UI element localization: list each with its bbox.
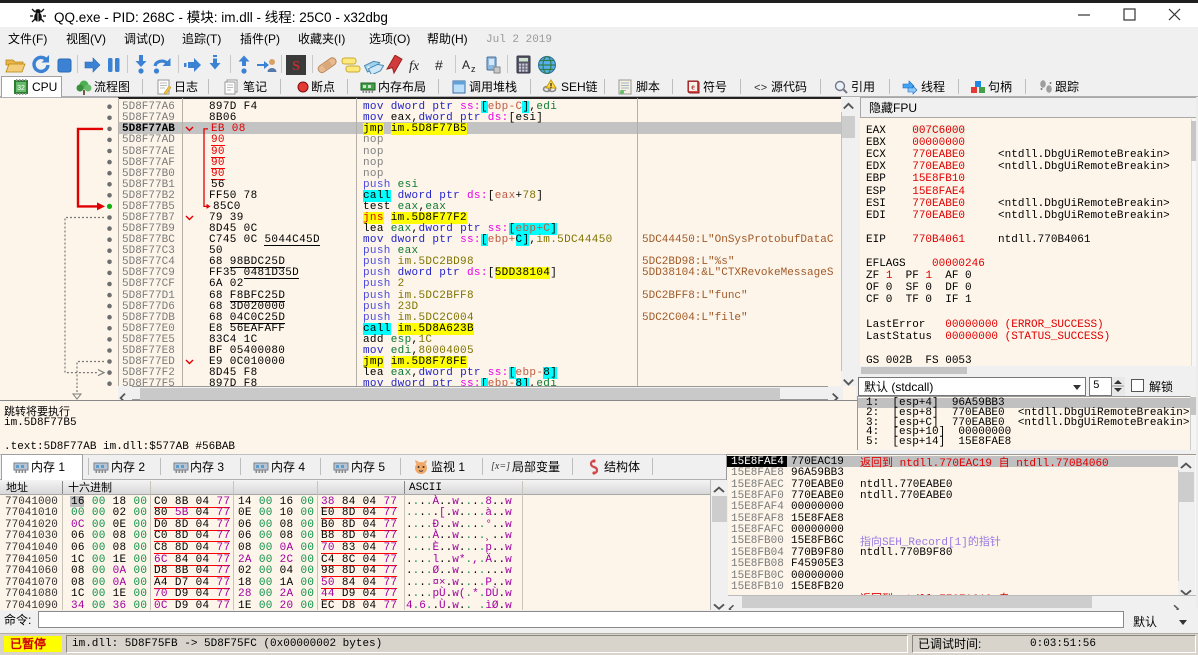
svg-text:<>: <> bbox=[754, 83, 767, 95]
svg-text:A: A bbox=[462, 58, 470, 72]
svg-text:S: S bbox=[292, 59, 300, 74]
svg-text:#: # bbox=[435, 57, 443, 73]
svg-text:e: e bbox=[691, 83, 695, 92]
svg-text:z: z bbox=[471, 64, 476, 74]
svg-text:fx: fx bbox=[409, 59, 420, 74]
svg-text:32: 32 bbox=[17, 85, 25, 92]
